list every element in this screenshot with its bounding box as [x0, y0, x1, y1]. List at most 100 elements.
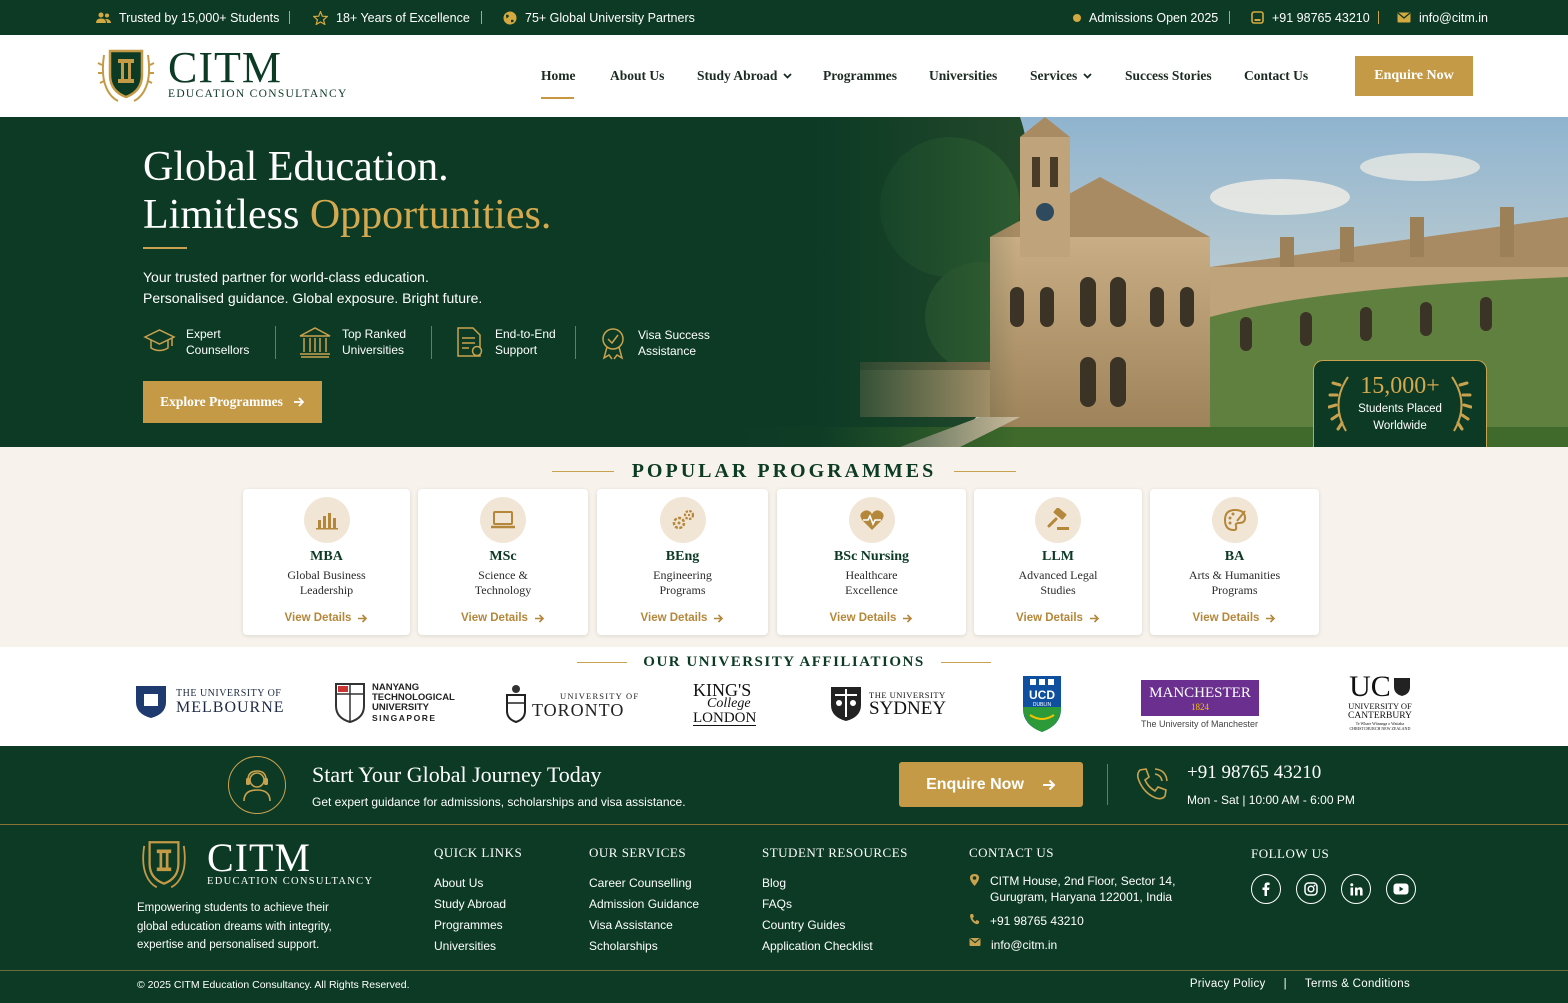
- document-icon: [457, 327, 483, 357]
- nav-success-label[interactable]: Success Stories: [1125, 68, 1212, 84]
- footer-link-country-guides[interactable]: Country Guides: [762, 915, 908, 936]
- footer-phone-text[interactable]: +91 98765 43210: [990, 913, 1084, 929]
- footer-email-text[interactable]: info@citm.in: [991, 937, 1057, 953]
- view-details-label[interactable]: View Details: [830, 612, 897, 624]
- nav-home-label[interactable]: Home: [541, 68, 576, 84]
- canterbury-logo[interactable]: UC UNIVERSITY OF CANTERBURY Te Whare Wān…: [1348, 672, 1412, 732]
- nav-universities-label[interactable]: Universities: [929, 68, 997, 84]
- arrow-right-icon[interactable]: [534, 613, 545, 623]
- support-agent-circle: [228, 756, 286, 814]
- programme-card-llm[interactable]: LLM Advanced Legal Studies View Details: [974, 489, 1142, 635]
- cta-enquire-label[interactable]: Enquire Now: [926, 776, 1024, 794]
- footer-link-faqs[interactable]: FAQs: [762, 894, 908, 915]
- footer-link-study-abroad[interactable]: Study Abroad: [434, 894, 522, 915]
- nav-contact-us[interactable]: Contact Us: [1244, 68, 1308, 84]
- phone-icon: [970, 914, 979, 925]
- cta-enquire-button[interactable]: Enquire Now: [899, 762, 1083, 807]
- toronto-logo[interactable]: UNIVERSITY OF TORONTO: [506, 683, 639, 723]
- view-details-label[interactable]: View Details: [461, 612, 528, 624]
- linkedin-icon[interactable]: [1341, 874, 1371, 904]
- enquire-now-button[interactable]: Enquire Now: [1355, 56, 1473, 96]
- ntu-logo[interactable]: NANYANG TECHNOLOGICAL UNIVERSITY SINGAPORE: [334, 682, 455, 724]
- nav-services[interactable]: Services: [1030, 68, 1092, 84]
- view-details-label[interactable]: View Details: [1193, 612, 1260, 624]
- view-details-link[interactable]: View Details: [777, 612, 966, 624]
- arrow-right-icon[interactable]: [293, 397, 305, 407]
- youtube-icon[interactable]: [1386, 874, 1416, 904]
- footer-link-career[interactable]: Career Counselling: [589, 873, 699, 894]
- nav-programmes-label[interactable]: Programmes: [823, 68, 897, 84]
- footer-link-checklist[interactable]: Application Checklist: [762, 936, 908, 957]
- topbar-email[interactable]: info@citm.in: [1397, 0, 1488, 35]
- programme-card-mba[interactable]: MBA Global Business Leadership View Deta…: [243, 489, 410, 635]
- topbar-phone-text[interactable]: +91 98765 43210: [1272, 11, 1370, 25]
- arrow-right-icon[interactable]: [1042, 779, 1056, 791]
- arrow-right-icon[interactable]: [357, 613, 368, 623]
- facebook-icon[interactable]: [1251, 874, 1281, 904]
- view-details-link[interactable]: View Details: [974, 612, 1142, 624]
- view-details-link[interactable]: View Details: [418, 612, 588, 624]
- melbourne-logo[interactable]: THE UNIVERSITY OF MELBOURNE: [132, 684, 285, 720]
- footer-link-programmes[interactable]: Programmes: [434, 915, 522, 936]
- affiliations-heading: OUR UNIVERSITY AFFILIATIONS: [0, 654, 1568, 671]
- programme-desc-1: Engineering: [653, 568, 712, 582]
- site-footer: CITM EDUCATION CONSULTANCY Empowering st…: [0, 825, 1568, 1003]
- cta-phone-number[interactable]: +91 98765 43210: [1187, 762, 1321, 784]
- arrow-right-icon[interactable]: [1265, 613, 1276, 623]
- site-logo[interactable]: CITM EDUCATION CONSULTANCY: [96, 45, 348, 103]
- sydney-logo[interactable]: THE UNIVERSITY SYDNEY: [829, 685, 946, 723]
- view-details-label[interactable]: View Details: [1016, 612, 1083, 624]
- nav-about-label[interactable]: About Us: [610, 68, 664, 84]
- manchester-logo[interactable]: MANCHESTER 1824 The University of Manche…: [1141, 680, 1259, 729]
- services-heading: OUR SERVICES: [589, 845, 687, 860]
- view-details-label[interactable]: View Details: [641, 612, 708, 624]
- explore-programmes-button[interactable]: Explore Programmes: [143, 381, 322, 423]
- topbar-email-text[interactable]: info@citm.in: [1419, 11, 1488, 25]
- arrow-right-icon[interactable]: [902, 613, 913, 623]
- nav-study-abroad-label[interactable]: Study Abroad: [697, 68, 777, 84]
- chevron-down-icon[interactable]: [783, 73, 793, 79]
- footer-link-blog[interactable]: Blog: [762, 873, 908, 894]
- privacy-policy-link[interactable]: Privacy Policy: [1190, 978, 1266, 990]
- view-details-link[interactable]: View Details: [597, 612, 768, 624]
- terms-conditions-link[interactable]: Terms & Conditions: [1305, 978, 1410, 990]
- programme-card-bsc-nursing[interactable]: BSc Nursing Healthcare Excellence View D…: [777, 489, 966, 635]
- nav-contact-label[interactable]: Contact Us: [1244, 68, 1308, 84]
- programme-card-beng[interactable]: BEng Engineering Programs View Details: [597, 489, 768, 635]
- nav-universities[interactable]: Universities: [929, 68, 997, 84]
- feature-top-ranked: Top Ranked Universities: [298, 326, 406, 358]
- chevron-down-icon[interactable]: [1083, 73, 1092, 79]
- view-details-link[interactable]: View Details: [243, 612, 410, 624]
- nav-services-label[interactable]: Services: [1030, 68, 1077, 84]
- ucd-logo[interactable]: UCD DUBLIN: [1022, 675, 1062, 733]
- nav-study-abroad[interactable]: Study Abroad: [697, 68, 793, 84]
- footer-link-visa[interactable]: Visa Assistance: [589, 915, 699, 936]
- nav-success-stories[interactable]: Success Stories: [1125, 68, 1212, 84]
- view-details-label[interactable]: View Details: [285, 612, 352, 624]
- footer-link-scholarships[interactable]: Scholarships: [589, 936, 699, 957]
- nav-about-us[interactable]: About Us: [610, 68, 664, 84]
- address-line2: Gurugram, Haryana 122001, India: [990, 890, 1173, 904]
- footer-phone[interactable]: +91 98765 43210: [969, 913, 1175, 929]
- footer-link-admission[interactable]: Admission Guidance: [589, 894, 699, 915]
- nav-home[interactable]: Home: [541, 68, 576, 84]
- footer-link-universities[interactable]: Universities: [434, 936, 522, 957]
- footer-email[interactable]: info@citm.in: [969, 937, 1175, 953]
- arrow-right-icon[interactable]: [713, 613, 724, 623]
- hero-subtitle-line1: Your trusted partner for world-class edu…: [143, 269, 429, 285]
- instagram-icon[interactable]: [1296, 874, 1326, 904]
- arrow-right-icon[interactable]: [1089, 613, 1100, 623]
- partners-text: 75+ Global University Partners: [525, 10, 695, 25]
- nav-programmes[interactable]: Programmes: [823, 68, 897, 84]
- explore-programmes-label[interactable]: Explore Programmes: [160, 394, 283, 410]
- programme-desc-2: Technology: [474, 583, 532, 597]
- view-details-link[interactable]: View Details: [1150, 612, 1319, 624]
- footer-logo[interactable]: CITM EDUCATION CONSULTANCY: [137, 836, 373, 890]
- feature-4-line1: Visa Success: [638, 328, 710, 342]
- kings-college-logo[interactable]: KING'S College LONDON: [693, 681, 757, 726]
- melbourne-crest-icon: [136, 686, 166, 718]
- programme-card-msc[interactable]: MSc Science & Technology View Details: [418, 489, 588, 635]
- footer-link-about[interactable]: About Us: [434, 873, 522, 894]
- programme-card-ba[interactable]: BA Arts & Humanities Programs View Detai…: [1150, 489, 1319, 635]
- topbar-phone[interactable]: +91 98765 43210: [1251, 0, 1370, 35]
